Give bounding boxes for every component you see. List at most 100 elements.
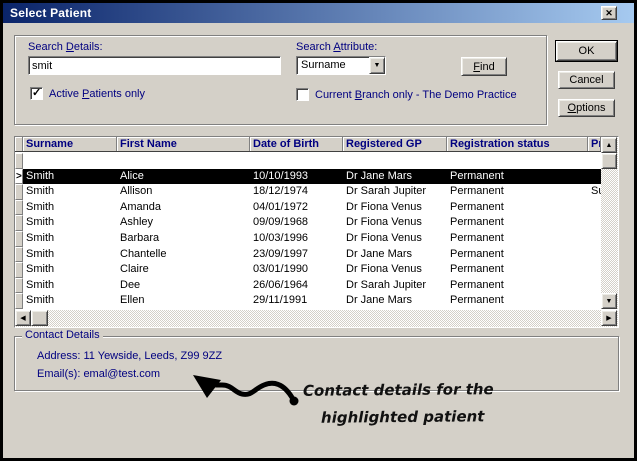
cell-registration-status — [447, 153, 588, 169]
cell-registration-status: Permanent — [447, 231, 588, 247]
vertical-scrollbar[interactable]: ▲ ▼ — [601, 137, 618, 309]
cell-first-name: Ashley — [117, 215, 250, 231]
cell-registered-gp: Dr Sarah Jupiter — [343, 184, 447, 200]
chevron-down-icon[interactable]: ▼ — [369, 57, 385, 74]
scroll-right-icon[interactable]: ▶ — [601, 310, 617, 326]
options-button[interactable]: Options — [558, 99, 615, 117]
header-first-name[interactable]: First Name — [117, 137, 250, 151]
cell-date-of-birth: 10/03/1996 — [250, 231, 343, 247]
cell-first-name: Dee — [117, 278, 250, 294]
select-patient-dialog: Select Patient ✕ Search Details: Search … — [0, 0, 637, 461]
cell-registration-status: Permanent — [447, 200, 588, 216]
cell-surname: Smith — [23, 247, 117, 263]
horizontal-scrollbar[interactable]: ◀ ▶ — [15, 310, 618, 327]
cell-pr — [588, 293, 601, 309]
row-selector[interactable] — [15, 278, 23, 294]
cell-pr: Su — [588, 184, 601, 200]
cell-registered-gp: Dr Fiona Venus — [343, 200, 447, 216]
cell-pr — [588, 231, 601, 247]
cell-registered-gp: Dr Fiona Venus — [343, 231, 447, 247]
cell-date-of-birth: 26/06/1964 — [250, 278, 343, 294]
cell-surname: Smith — [23, 215, 117, 231]
current-branch-checkbox[interactable] — [296, 88, 309, 101]
table-row[interactable]: Smith Dee 26/06/1964 Dr Sarah Jupiter Pe… — [15, 278, 601, 294]
cell-registered-gp — [343, 153, 447, 169]
cell-pr — [588, 200, 601, 216]
annotation-line1: Contact details for the — [303, 380, 494, 400]
cell-registration-status: Permanent — [447, 293, 588, 309]
header-surname[interactable]: Surname — [23, 137, 117, 151]
cell-first-name: Chantelle — [117, 247, 250, 263]
table-row[interactable]: Smith Claire 03/01/1990 Dr Fiona Venus P… — [15, 262, 601, 278]
row-selector[interactable] — [15, 247, 23, 263]
row-selector[interactable] — [15, 184, 23, 200]
cell-first-name: Ellen — [117, 293, 250, 309]
scroll-up-icon[interactable]: ▲ — [601, 137, 617, 153]
table-row[interactable]: Smith Ashley 09/09/1968 Dr Fiona Venus P… — [15, 215, 601, 231]
table-row[interactable]: > Smith Alice 10/10/1993 Dr Jane Mars Pe… — [15, 169, 601, 185]
close-button[interactable]: ✕ — [601, 6, 617, 20]
active-patients-checkbox[interactable] — [30, 87, 43, 100]
cell-date-of-birth: 03/01/1990 — [250, 262, 343, 278]
table-header: Surname First Name Date of Birth Registe… — [15, 137, 601, 152]
cell-registered-gp: Dr Fiona Venus — [343, 215, 447, 231]
header-registered-gp[interactable]: Registered GP — [343, 137, 447, 151]
cell-registration-status: Permanent — [447, 215, 588, 231]
contact-address: Address: 11 Yewside, Leeds, Z99 9ZZ — [37, 350, 222, 362]
row-selector[interactable] — [15, 293, 23, 309]
cell-surname: Smith — [23, 184, 117, 200]
row-selector[interactable] — [15, 153, 23, 169]
table-row[interactable]: Smith Barbara 10/03/1996 Dr Fiona Venus … — [15, 231, 601, 247]
cell-first-name: Alice — [117, 169, 250, 185]
active-patients-label: Active Patients only — [49, 88, 145, 100]
header-pr[interactable]: Pr — [588, 137, 601, 151]
scroll-left-icon[interactable]: ◀ — [15, 310, 31, 326]
scroll-down-icon[interactable]: ▼ — [601, 293, 617, 309]
table-rows: > Smith Alice 10/10/1993 Dr Jane Mars Pe… — [15, 153, 601, 309]
table-row[interactable] — [15, 153, 601, 169]
horizontal-scroll-thumb[interactable] — [31, 310, 48, 326]
cell-surname: Smith — [23, 262, 117, 278]
cell-registered-gp: Dr Jane Mars — [343, 169, 447, 185]
annotation-arrow-icon — [186, 369, 306, 411]
cell-first-name — [117, 153, 250, 169]
ok-button[interactable]: OK — [556, 41, 617, 61]
header-selector — [15, 137, 23, 151]
cell-registered-gp: Dr Jane Mars — [343, 247, 447, 263]
cell-registration-status: Permanent — [447, 169, 588, 185]
cell-date-of-birth: 04/01/1972 — [250, 200, 343, 216]
search-details-input[interactable] — [28, 56, 281, 75]
window-title: Select Patient — [3, 6, 92, 20]
cell-registration-status: Permanent — [447, 247, 588, 263]
vertical-scroll-thumb[interactable] — [601, 153, 617, 169]
cell-date-of-birth: 18/12/1974 — [250, 184, 343, 200]
close-icon: ✕ — [605, 8, 613, 18]
cell-date-of-birth: 23/09/1997 — [250, 247, 343, 263]
search-details-label: Search Details: — [28, 41, 103, 53]
row-selector[interactable] — [15, 231, 23, 247]
search-attribute-dropdown[interactable]: Surname ▼ — [296, 56, 386, 75]
row-selector[interactable] — [15, 215, 23, 231]
cell-registration-status: Permanent — [447, 278, 588, 294]
row-selector[interactable] — [15, 262, 23, 278]
search-attribute-label: Search Attribute: — [296, 41, 377, 53]
cell-registered-gp: Dr Sarah Jupiter — [343, 278, 447, 294]
table-row[interactable]: Smith Ellen 29/11/1991 Dr Jane Mars Perm… — [15, 293, 601, 309]
patient-table: Surname First Name Date of Birth Registe… — [14, 136, 619, 328]
table-row[interactable]: Smith Amanda 04/01/1972 Dr Fiona Venus P… — [15, 200, 601, 216]
table-row[interactable]: Smith Chantelle 23/09/1997 Dr Jane Mars … — [15, 247, 601, 263]
cell-registration-status: Permanent — [447, 184, 588, 200]
table-row[interactable]: Smith Allison 18/12/1974 Dr Sarah Jupite… — [15, 184, 601, 200]
cancel-button[interactable]: Cancel — [558, 71, 615, 89]
header-date-of-birth[interactable]: Date of Birth — [250, 137, 343, 151]
title-bar[interactable]: Select Patient — [3, 3, 634, 23]
find-button[interactable]: Find — [461, 57, 507, 76]
cell-date-of-birth: 29/11/1991 — [250, 293, 343, 309]
row-selector[interactable]: > — [15, 169, 23, 185]
cell-pr — [588, 153, 601, 169]
cell-pr — [588, 169, 601, 185]
row-selector[interactable] — [15, 200, 23, 216]
cell-pr — [588, 247, 601, 263]
cell-first-name: Barbara — [117, 231, 250, 247]
header-registration-status[interactable]: Registration status — [447, 137, 588, 151]
